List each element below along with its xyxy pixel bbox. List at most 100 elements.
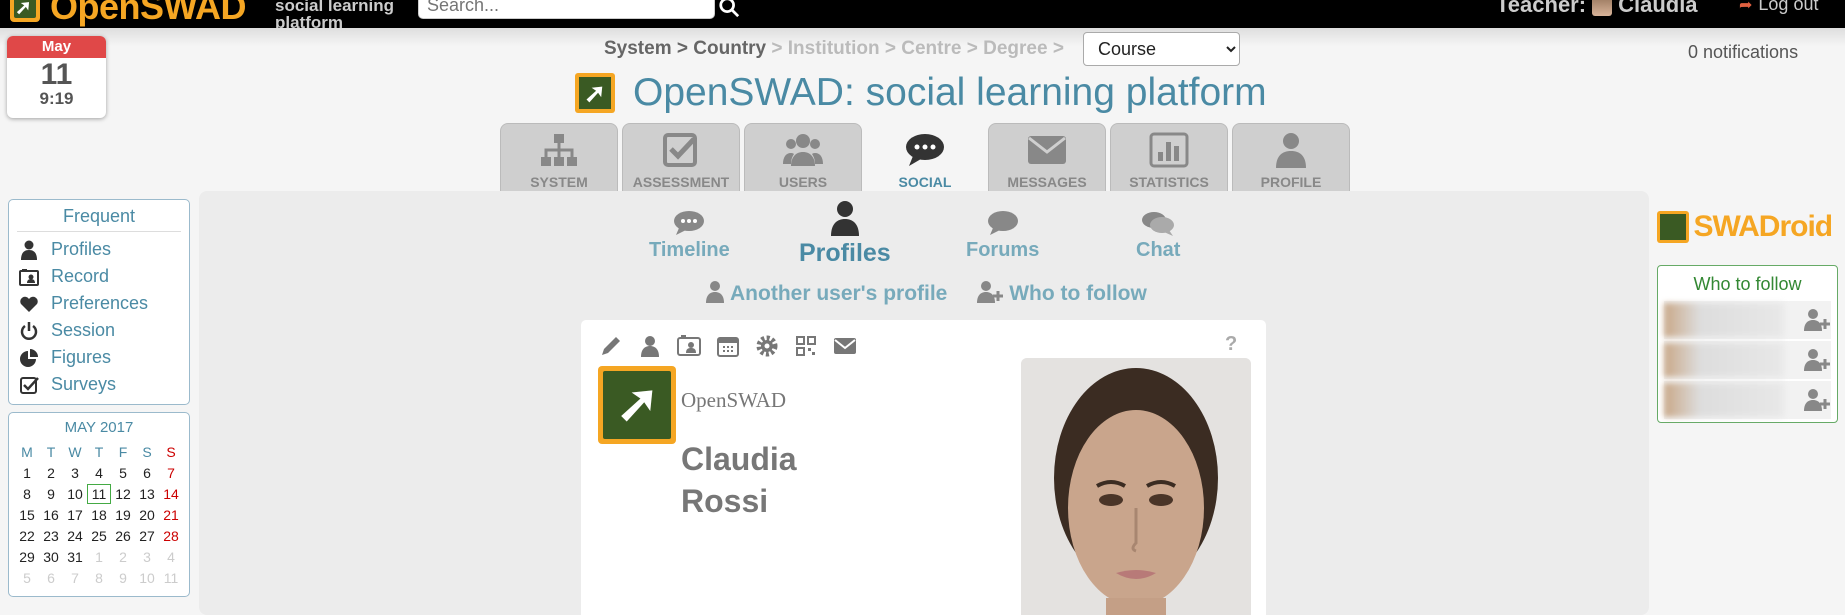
breadcrumb-sep: >: [966, 38, 978, 59]
calendar-day[interactable]: 2: [39, 463, 63, 483]
calendar-day[interactable]: 24: [63, 526, 87, 546]
search-input[interactable]: [418, 0, 715, 19]
avatar[interactable]: [1592, 0, 1613, 16]
calendar-day[interactable]: 3: [63, 463, 87, 483]
calendar-day[interactable]: 31: [63, 547, 87, 567]
heart-icon: [20, 296, 38, 312]
user-plus-icon[interactable]: [1803, 389, 1831, 411]
tab-system[interactable]: SYSTEM: [500, 123, 618, 191]
notifications-link[interactable]: 0 notifications: [1688, 42, 1798, 63]
calendar-day[interactable]: 4: [87, 463, 111, 483]
course-select[interactable]: Course: [1083, 32, 1240, 66]
institution-logo-icon[interactable]: ➚: [598, 366, 676, 444]
suggested-user[interactable]: [1664, 381, 1831, 419]
frequent-item-record[interactable]: Record: [9, 263, 189, 290]
calendar-day[interactable]: 12: [111, 484, 135, 504]
calendar-day[interactable]: 21: [159, 505, 183, 525]
calendar-day[interactable]: 25: [87, 526, 111, 546]
page-title[interactable]: OpenSWAD: social learning platform: [633, 70, 1267, 116]
calendar-day[interactable]: 28: [159, 526, 183, 546]
subtab-timeline[interactable]: Timeline: [649, 210, 730, 262]
brand-subtitle-text: social learning platform: [275, 0, 395, 28]
id-card-icon[interactable]: [677, 334, 701, 358]
calendar-day[interactable]: 5: [111, 463, 135, 483]
calendar-title[interactable]: MAY 2017: [13, 419, 185, 436]
gear-icon[interactable]: [755, 334, 779, 358]
subtab-label: Profiles: [799, 239, 891, 267]
who-to-follow-link[interactable]: Who to follow: [977, 281, 1147, 305]
frequent-item-label: Surveys: [51, 374, 117, 394]
subtab-profiles[interactable]: Profiles: [799, 200, 891, 268]
calendar-day[interactable]: 1: [15, 463, 39, 483]
calendar-day[interactable]: 29: [15, 547, 39, 567]
user-icon[interactable]: [638, 334, 662, 358]
tab-assessment[interactable]: ASSESSMENT: [622, 123, 740, 191]
breadcrumb-system[interactable]: System: [604, 38, 672, 59]
breadcrumb-country[interactable]: Country: [693, 38, 766, 59]
suggested-user[interactable]: [1664, 301, 1831, 339]
suggested-user[interactable]: [1664, 341, 1831, 379]
who-to-follow-title[interactable]: Who to follow: [1658, 274, 1837, 295]
subtab-chat[interactable]: Chat: [1136, 210, 1180, 262]
calendar-day[interactable]: 6: [135, 463, 159, 483]
calendar-day[interactable]: 9: [39, 484, 63, 504]
tab-profile[interactable]: PROFILE: [1232, 123, 1350, 191]
calendar-icon[interactable]: [716, 334, 740, 358]
subtab-forums[interactable]: Forums: [966, 210, 1039, 262]
help-icon[interactable]: ?: [1225, 333, 1237, 356]
tab-users[interactable]: USERS: [744, 123, 862, 191]
id-card-icon: [19, 268, 39, 286]
frequent-item-surveys[interactable]: Surveys: [9, 371, 189, 398]
user-plus-icon[interactable]: [1803, 309, 1831, 331]
institution-name[interactable]: OpenSWAD: [681, 388, 786, 413]
comment-icon: [674, 211, 705, 235]
comment-icon: [987, 211, 1018, 235]
calendar-day[interactable]: 23: [39, 526, 63, 546]
calendar-day[interactable]: 14: [159, 484, 183, 504]
tab-label: PROFILE: [1260, 174, 1322, 190]
calendar-today[interactable]: 11: [87, 484, 111, 504]
frequent-item-figures[interactable]: Figures: [9, 344, 189, 371]
calendar-day[interactable]: 7: [159, 463, 183, 483]
calendar-day[interactable]: 15: [15, 505, 39, 525]
envelope-icon[interactable]: [833, 334, 857, 358]
tab-label: ASSESSMENT: [632, 174, 730, 190]
calendar-day[interactable]: 18: [87, 505, 111, 525]
tab-messages[interactable]: MESSAGES: [988, 123, 1106, 191]
suggested-user-blurred[interactable]: [1664, 383, 1784, 417]
calendar-day: 4: [167, 549, 175, 565]
calendar-day[interactable]: 20: [135, 505, 159, 525]
frequent-item-session[interactable]: Session: [9, 317, 189, 344]
calendar-day[interactable]: 19: [111, 505, 135, 525]
tab-label: MESSAGES: [1007, 174, 1087, 190]
profile-links: Another user's profile Who to follow: [706, 281, 1171, 306]
frequent-item-profiles[interactable]: Profiles: [9, 236, 189, 263]
swadroid-link[interactable]: SWADroid: [1657, 210, 1833, 244]
calendar-day[interactable]: 10: [63, 484, 87, 504]
pie-chart-icon: [20, 348, 38, 367]
suggested-user-blurred[interactable]: [1664, 303, 1784, 337]
another-user-profile-link[interactable]: Another user's profile: [706, 281, 953, 305]
calendar-day[interactable]: 16: [39, 505, 63, 525]
pencil-icon[interactable]: [599, 334, 623, 358]
user-role[interactable]: Teacher: Claudia: [1496, 0, 1698, 18]
tab-statistics[interactable]: STATISTICS: [1110, 123, 1228, 191]
logout-label: Log out: [1758, 0, 1819, 14]
calendar-day[interactable]: 30: [39, 547, 63, 567]
frequent-title: Frequent: [17, 206, 181, 232]
suggested-user-blurred[interactable]: [1664, 343, 1784, 377]
user-short-name[interactable]: Claudia: [1618, 0, 1697, 17]
calendar-day[interactable]: 8: [15, 484, 39, 504]
search-icon[interactable]: [718, 0, 740, 20]
tab-social[interactable]: SOCIAL: [866, 123, 984, 191]
user-plus-icon[interactable]: [1803, 349, 1831, 371]
qr-code-icon[interactable]: [794, 334, 818, 358]
calendar-day[interactable]: 27: [135, 526, 159, 546]
frequent-item-preferences[interactable]: Preferences: [9, 290, 189, 317]
calendar-day[interactable]: 22: [15, 526, 39, 546]
calendar-day[interactable]: 26: [111, 526, 135, 546]
calendar-day[interactable]: 17: [63, 505, 87, 525]
brand-name[interactable]: OpenSWAD: [50, 0, 247, 27]
calendar-day[interactable]: 13: [135, 484, 159, 504]
logout-link[interactable]: ➦ Log out: [1739, 0, 1818, 16]
